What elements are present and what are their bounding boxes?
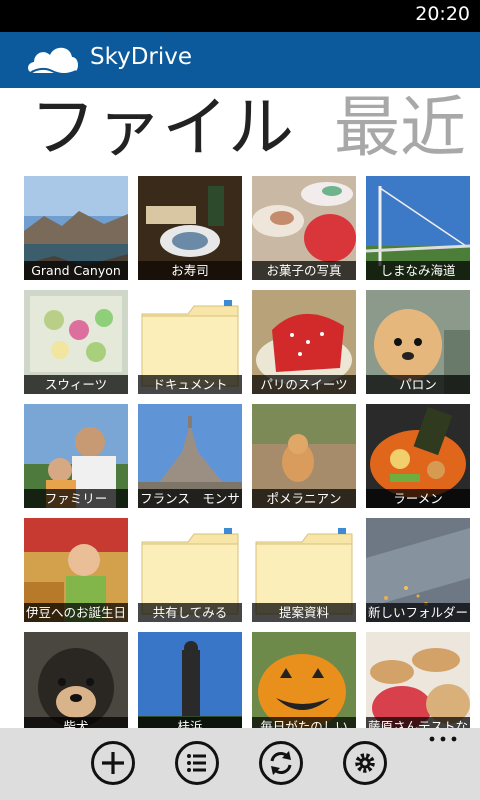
tile-caption: 伊豆へのお誕生日	[24, 603, 128, 622]
tile-caption: 共有してみる	[138, 603, 242, 622]
tile-caption: パリのスイーツ	[252, 375, 356, 394]
photo-tile[interactable]: 毎日がたのしい	[252, 632, 356, 736]
pivot-item-files[interactable]: ファイル	[30, 88, 294, 170]
tile-caption: パロン	[366, 375, 470, 394]
photo-tile[interactable]: 柴犬	[24, 632, 128, 736]
tile-caption: お菓子の写真	[252, 261, 356, 280]
app-header: SkyDrive	[0, 32, 480, 88]
folder-tile[interactable]: 提案資料	[252, 518, 356, 622]
tile-caption: スウィーツ	[24, 375, 128, 394]
tile-caption: フランス モンサ	[138, 489, 242, 508]
tile-caption: ドキュメント	[138, 375, 242, 394]
status-bar: 20:20	[0, 0, 480, 32]
tile-caption: 提案資料	[252, 603, 356, 622]
photo-tile[interactable]: パリのスイーツ	[252, 290, 356, 394]
settings-icon	[355, 753, 375, 773]
photo-tile[interactable]: ラーメン	[366, 404, 470, 508]
photo-tile[interactable]: 桂浜	[138, 632, 242, 736]
photo-tile[interactable]: ポメラニアン	[252, 404, 356, 508]
tile-caption: 新しいフォルダー	[366, 603, 470, 622]
photo-tile[interactable]: しまなみ海道	[366, 176, 470, 280]
status-time: 20:20	[415, 3, 470, 25]
add-button[interactable]	[91, 741, 135, 785]
photo-tile[interactable]: スウィーツ	[24, 290, 128, 394]
photo-tile[interactable]: 藤原さんテストな	[366, 632, 470, 736]
app-bar	[0, 728, 480, 800]
tile-caption: ファミリー	[24, 489, 128, 508]
photo-tile[interactable]: お菓子の写真	[252, 176, 356, 280]
skydrive-cloud-icon	[27, 47, 78, 76]
add-icon	[102, 752, 124, 774]
sync-button[interactable]	[259, 741, 303, 785]
tile-caption: ポメラニアン	[252, 489, 356, 508]
photo-tile[interactable]: 伊豆へのお誕生日	[24, 518, 128, 622]
tile-caption: Grand Canyon	[24, 261, 128, 280]
settings-button[interactable]	[343, 741, 387, 785]
pivot-item-recent[interactable]: 最近	[334, 88, 466, 170]
photo-tile[interactable]: パロン	[366, 290, 470, 394]
tile-caption: お寿司	[138, 261, 242, 280]
select-list-button[interactable]	[175, 741, 219, 785]
pivot-header: ファイル 最近	[0, 88, 480, 172]
ellipsis-icon[interactable]	[428, 732, 458, 746]
photo-tile[interactable]: ファミリー	[24, 404, 128, 508]
photo-tile[interactable]: 新しいフォルダー	[366, 518, 470, 622]
folder-tile[interactable]: ドキュメント	[138, 290, 242, 394]
list-icon	[187, 754, 206, 772]
tile-caption: ラーメン	[366, 489, 470, 508]
folder-tile[interactable]: 共有してみる	[138, 518, 242, 622]
photo-tile[interactable]: お寿司	[138, 176, 242, 280]
photo-tile[interactable]: フランス モンサ	[138, 404, 242, 508]
tile-caption: しまなみ海道	[366, 261, 470, 280]
sync-icon	[270, 751, 292, 775]
app-title: SkyDrive	[90, 44, 193, 70]
photo-tile[interactable]: Grand Canyon	[24, 176, 128, 280]
